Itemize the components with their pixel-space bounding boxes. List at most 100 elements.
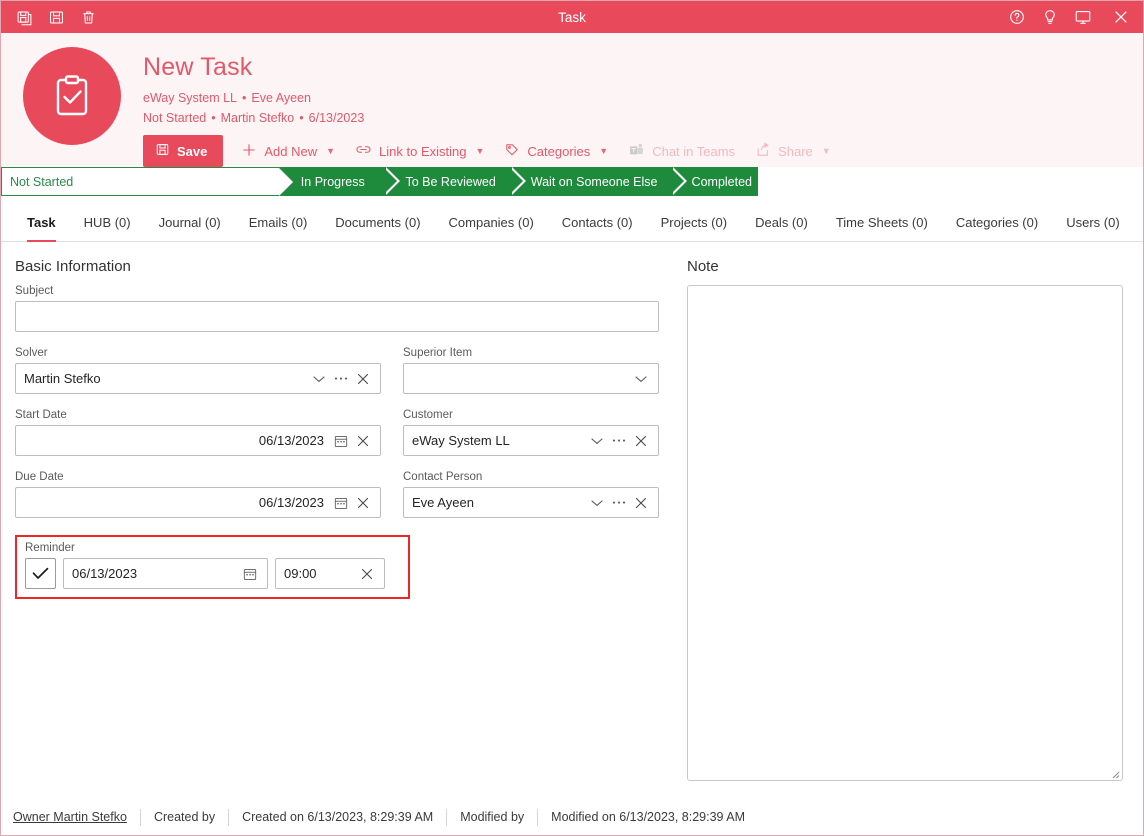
clear-icon[interactable] [630, 490, 652, 516]
customer-value: eWay System LL [412, 433, 510, 449]
status-step-label: Not Started [10, 174, 74, 189]
more-options-icon[interactable] [608, 490, 630, 516]
contact-person-field: Contact Person Eve Ayeen [403, 471, 659, 519]
categories-button[interactable]: Categories ▼ [494, 136, 618, 167]
tab-emails[interactable]: Emails (0) [235, 215, 322, 241]
record-footer: Owner Martin Stefko Created by Created o… [1, 799, 1143, 835]
header-status: Not Started [143, 111, 207, 125]
tab-journal[interactable]: Journal (0) [145, 215, 235, 241]
close-icon[interactable] [1099, 1, 1143, 33]
start-date-label: Start Date [15, 409, 67, 422]
customer-field: Customer eWay System LL [403, 409, 659, 457]
modified-on-label: Modified on 6/13/2023, 8:29:39 AM [551, 810, 746, 824]
contact-person-value: Eve Ayeen [412, 495, 474, 511]
tab-deals[interactable]: Deals (0) [741, 215, 822, 241]
monitor-icon[interactable] [1066, 1, 1099, 33]
page-title: New Task [143, 53, 253, 81]
tab-categories[interactable]: Categories (0) [942, 215, 1052, 241]
tab-time-sheets[interactable]: Time Sheets (0) [822, 215, 942, 241]
link-icon [355, 142, 372, 160]
reminder-time-input[interactable]: 09:00 [275, 558, 385, 590]
status-step-to-be-reviewed[interactable]: To Be Reviewed [383, 167, 527, 197]
solver-superior-row: Solver Martin Stefko Superior Item [15, 347, 673, 409]
header-subtitle: eWay System LL • Eve Ayeen Not Started • Mar… [143, 88, 841, 129]
share-label: Share [778, 143, 813, 159]
reminder-checkbox[interactable] [25, 558, 56, 590]
lightbulb-icon[interactable] [1033, 1, 1066, 33]
add-new-button[interactable]: Add New ▼ [231, 136, 345, 167]
due-date-value: 06/13/2023 [258, 495, 324, 511]
resize-handle-icon[interactable] [1108, 766, 1120, 779]
tab-documents[interactable]: Documents (0) [321, 215, 434, 241]
created-on-label: Created on 6/13/2023, 8:29:39 AM [242, 810, 434, 824]
status-step-label: In Progress [300, 174, 365, 189]
modified-by-label: Modified by [460, 810, 525, 824]
owner-link[interactable]: Owner Martin Stefko [13, 810, 140, 824]
task-form: Basic Information Subject Solver Martin … [1, 242, 1143, 799]
basic-information-heading: Basic Information [15, 258, 131, 276]
header-subtitle-line-1: eWay System LL • Eve Ayeen [143, 88, 841, 108]
add-new-label: Add New [264, 143, 318, 159]
tab-companies[interactable]: Companies (0) [435, 215, 548, 241]
note-value [688, 286, 1122, 298]
chevron-down-icon: ▼ [475, 146, 485, 157]
link-to-existing-label: Link to Existing [379, 143, 467, 159]
calendar-icon[interactable] [239, 561, 261, 587]
more-options-icon[interactable] [608, 428, 630, 454]
clear-icon[interactable] [356, 561, 378, 587]
chevron-down-icon[interactable] [630, 366, 652, 392]
solver-input[interactable]: Martin Stefko [15, 363, 381, 395]
more-options-icon[interactable] [330, 366, 352, 392]
header-solver: Martin Stefko [220, 111, 295, 125]
status-step-not-started[interactable]: Not Started [1, 167, 295, 197]
save-and-new-icon[interactable] [9, 4, 39, 30]
note-textarea[interactable] [687, 285, 1123, 782]
clear-icon[interactable] [352, 428, 374, 454]
due-date-input[interactable]: 06/13/2023 [15, 487, 381, 519]
tab-users[interactable]: Users (0) [1052, 215, 1133, 241]
reminder-date-value: 06/13/2023 [72, 566, 138, 582]
plus-icon [241, 142, 257, 161]
basic-information-column: Basic Information Subject Solver Martin … [13, 258, 673, 799]
start-date-field: Start Date 06/13/2023 [15, 409, 381, 457]
title-bar: Task [1, 1, 1143, 33]
share-button[interactable]: Share ▼ [745, 136, 841, 167]
customer-input[interactable]: eWay System LL [403, 425, 659, 457]
delete-icon[interactable] [73, 4, 103, 30]
reminder-field-highlight: Reminder 06/13/2023 09:00 [15, 535, 410, 600]
save-button[interactable]: Save [143, 135, 224, 168]
status-step-wait-on-someone-else[interactable]: Wait on Someone Else [508, 167, 687, 197]
chevron-down-icon[interactable] [308, 366, 330, 392]
contact-person-input[interactable]: Eve Ayeen [403, 487, 659, 519]
record-header: New Task eWay System LL • Eve Ayeen Not St… [1, 33, 1143, 168]
status-flow: Not Started In Progress To Be Reviewed W… [1, 167, 758, 197]
tab-projects[interactable]: Projects (0) [647, 215, 741, 241]
chevron-down-icon[interactable] [586, 428, 608, 454]
tag-icon [504, 142, 520, 161]
clear-icon[interactable] [352, 490, 374, 516]
due-date-field: Due Date 06/13/2023 [15, 471, 381, 519]
status-step-label: Completed [691, 174, 752, 189]
tab-hub[interactable]: HUB (0) [70, 215, 145, 241]
link-to-existing-button[interactable]: Link to Existing ▼ [345, 136, 494, 166]
calendar-icon[interactable] [330, 490, 352, 516]
save-icon[interactable] [41, 4, 71, 30]
reminder-date-input[interactable]: 06/13/2023 [63, 558, 268, 590]
window-title: Task [558, 9, 586, 25]
start-date-customer-row: Start Date 06/13/2023 Customer eWay Syst… [15, 409, 673, 471]
avatar [23, 47, 121, 145]
start-date-input[interactable]: 06/13/2023 [15, 425, 381, 457]
due-date-contact-row: Due Date 06/13/2023 Contact Person Eve A… [15, 471, 673, 533]
solver-label: Solver [15, 347, 48, 360]
tab-task[interactable]: Task [13, 215, 70, 243]
subject-input[interactable] [15, 301, 659, 333]
chevron-down-icon[interactable] [586, 490, 608, 516]
help-icon[interactable] [1000, 1, 1033, 33]
tab-contacts[interactable]: Contacts (0) [548, 215, 647, 241]
chat-in-teams-button[interactable]: Chat in Teams [618, 136, 745, 167]
superior-item-input[interactable] [403, 363, 659, 395]
clear-icon[interactable] [630, 428, 652, 454]
calendar-icon[interactable] [330, 428, 352, 454]
note-column: Note [673, 258, 1123, 799]
clear-icon[interactable] [352, 366, 374, 392]
